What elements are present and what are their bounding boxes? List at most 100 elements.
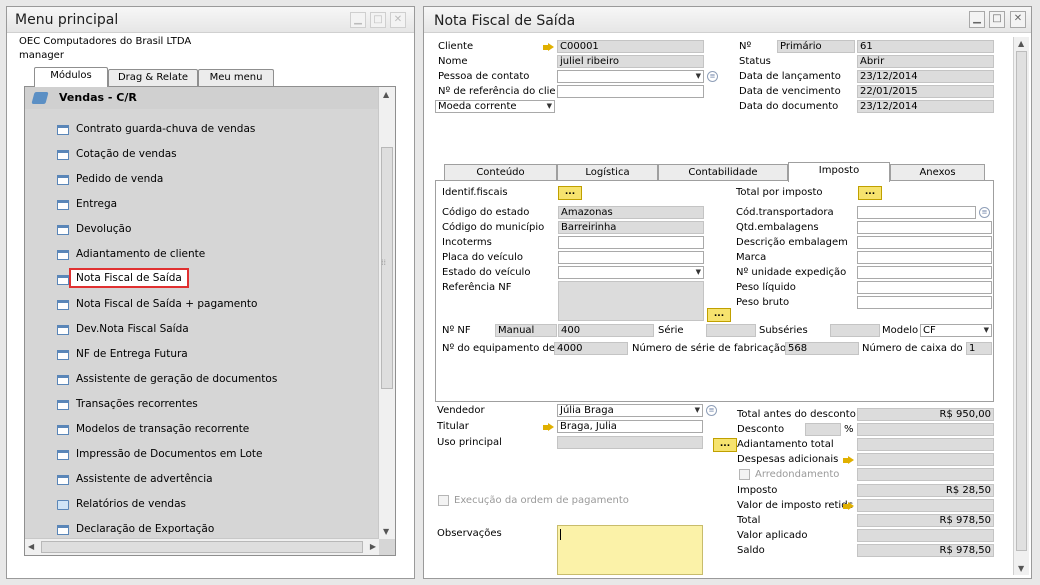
menu-item[interactable]: Entrega xyxy=(25,192,379,217)
serie-field[interactable] xyxy=(706,324,756,337)
saldo-field[interactable]: R$ 978,50 xyxy=(857,544,994,557)
menu-item[interactable]: Impressão de Documentos em Lote xyxy=(25,442,379,467)
numero-caixa-field[interactable]: 1 xyxy=(966,342,992,355)
estado-veiculo-select[interactable] xyxy=(558,266,704,279)
tab-contabilidade[interactable]: Contabilidade xyxy=(658,164,788,181)
adiantamento-field[interactable] xyxy=(857,438,994,451)
menu-item[interactable]: Assistente de geração de documentos xyxy=(25,367,379,392)
pessoa-contato-select[interactable] xyxy=(557,70,704,83)
codigo-estado-field[interactable]: Amazonas xyxy=(558,206,704,219)
incoterms-field[interactable] xyxy=(558,236,704,249)
scroll-thumb[interactable] xyxy=(381,147,393,389)
tab-logistica[interactable]: Logística xyxy=(557,164,658,181)
nf-minimize-icon[interactable]: ▁ xyxy=(969,11,985,28)
codigo-municipio-field[interactable]: Barreirinha xyxy=(558,221,704,234)
titular-arrow-icon[interactable] xyxy=(543,423,554,432)
scroll-down-icon[interactable]: ▼ xyxy=(383,527,389,536)
arredondamento-checkbox[interactable] xyxy=(739,469,750,480)
menu-item[interactable]: Devolução xyxy=(25,217,379,242)
menu-horizontal-scrollbar[interactable]: ◀ ▶ xyxy=(25,538,379,555)
menu-item[interactable]: Nota Fiscal de Saída xyxy=(25,267,379,292)
subseries-field[interactable] xyxy=(830,324,880,337)
total-por-imposto-button[interactable]: ... xyxy=(858,186,882,200)
uso-principal-field[interactable] xyxy=(557,436,703,449)
tab-imposto[interactable]: Imposto xyxy=(788,162,890,182)
data-vencimento-field[interactable]: 22/01/2015 xyxy=(857,85,994,98)
scroll-up-icon[interactable]: ▲ xyxy=(383,90,389,99)
imposto-retido-field[interactable] xyxy=(857,499,994,512)
menu-item[interactable]: Transações recorrentes xyxy=(25,392,379,417)
maximize-icon[interactable]: □ xyxy=(370,12,386,28)
nf-close-icon[interactable]: ✕ xyxy=(1010,11,1026,28)
descricao-embalagem-field[interactable] xyxy=(857,236,992,249)
uso-principal-button[interactable]: ... xyxy=(713,438,737,452)
tab-conteudo[interactable]: Conteúdo xyxy=(444,164,557,181)
nf-maximize-icon[interactable]: □ xyxy=(989,11,1005,28)
placa-veiculo-field[interactable] xyxy=(558,251,704,264)
arredondamento-field[interactable] xyxy=(857,468,994,481)
minimize-icon[interactable]: ▁ xyxy=(350,12,366,28)
peso-liquido-field[interactable] xyxy=(857,281,992,294)
desconto-pct-field[interactable] xyxy=(805,423,841,436)
tab-modulos[interactable]: Módulos xyxy=(34,67,108,87)
no-nf-field[interactable]: 400 xyxy=(558,324,654,337)
menu-item[interactable]: Adiantamento de cliente xyxy=(25,242,379,267)
menu-item[interactable]: Relatórios de vendas xyxy=(25,492,379,517)
retido-arrow-icon[interactable] xyxy=(843,502,854,511)
splitter-grip-icon[interactable]: ⁞⁞ xyxy=(381,258,386,267)
scroll-right-icon[interactable]: ▶ xyxy=(370,542,376,551)
execucao-checkbox[interactable] xyxy=(438,495,449,506)
menu-item[interactable]: Pedido de venda xyxy=(25,167,379,192)
link-arrow-icon[interactable] xyxy=(543,43,554,52)
qtd-embalagens-field[interactable] xyxy=(857,221,992,234)
close-icon[interactable]: ✕ xyxy=(390,12,406,28)
menu-item[interactable]: Modelos de transação recorrente xyxy=(25,417,379,442)
status-field[interactable]: Abrir xyxy=(857,55,994,68)
nf-scroll-down-icon[interactable]: ▼ xyxy=(1018,564,1024,573)
menu-item[interactable]: Contrato guarda-chuva de vendas xyxy=(25,117,379,142)
modelo-select[interactable]: CF xyxy=(920,324,992,337)
menu-vertical-scrollbar[interactable]: ▲ ▼ xyxy=(378,87,395,539)
valor-aplicado-field[interactable] xyxy=(857,529,994,542)
serie-tipo-select[interactable]: Primário xyxy=(777,40,855,53)
total-antes-desconto-field[interactable]: R$ 950,00 xyxy=(857,408,994,421)
ref-cliente-field[interactable] xyxy=(557,85,704,98)
equipamento-field[interactable]: 4000 xyxy=(554,342,628,355)
no-field[interactable]: 61 xyxy=(857,40,994,53)
cliente-field[interactable]: C00001 xyxy=(557,40,704,53)
titular-field[interactable]: Braga, Julia xyxy=(557,420,703,433)
imposto-field[interactable]: R$ 28,50 xyxy=(857,484,994,497)
vendedor-select[interactable]: Júlia Braga xyxy=(557,404,703,417)
menu-item[interactable]: Nota Fiscal de Saída + pagamento xyxy=(25,292,379,317)
peso-bruto-field[interactable] xyxy=(857,296,992,309)
hscroll-thumb[interactable] xyxy=(41,541,363,553)
tab-drag-relate[interactable]: Drag & Relate xyxy=(108,69,198,86)
nf-scroll-thumb[interactable] xyxy=(1016,51,1027,551)
menu-item[interactable]: Assistente de advertência xyxy=(25,467,379,492)
despesas-arrow-icon[interactable] xyxy=(843,456,854,465)
nf-scroll-up-icon[interactable]: ▲ xyxy=(1018,39,1024,48)
total-field[interactable]: R$ 978,50 xyxy=(857,514,994,527)
tab-meu-menu[interactable]: Meu menu xyxy=(198,69,274,86)
marca-field[interactable] xyxy=(857,251,992,264)
nome-field[interactable]: juliel ribeiro xyxy=(557,55,704,68)
menu-item[interactable]: NF de Entrega Futura xyxy=(25,342,379,367)
moeda-select[interactable]: Moeda corrente xyxy=(435,100,555,113)
observacoes-field[interactable] xyxy=(557,525,703,575)
unidade-expedicao-field[interactable] xyxy=(857,266,992,279)
despesas-field[interactable] xyxy=(857,453,994,466)
referencia-nf-button[interactable]: ... xyxy=(707,308,731,322)
identif-fiscais-button[interactable]: ... xyxy=(558,186,582,200)
transportadora-list-icon[interactable]: ≡ xyxy=(979,207,990,218)
vendedor-list-icon[interactable]: ≡ xyxy=(706,405,717,416)
list-icon[interactable]: ≡ xyxy=(707,71,718,82)
nf-vertical-scrollbar[interactable]: ▲ ▼ xyxy=(1013,37,1029,575)
menu-item[interactable]: Cotação de vendas xyxy=(25,142,379,167)
data-documento-field[interactable]: 23/12/2014 xyxy=(857,100,994,113)
scroll-left-icon[interactable]: ◀ xyxy=(28,542,34,551)
tab-anexos[interactable]: Anexos xyxy=(890,164,985,181)
referencia-nf-field[interactable] xyxy=(558,281,704,321)
transportadora-field[interactable] xyxy=(857,206,976,219)
data-lancamento-field[interactable]: 23/12/2014 xyxy=(857,70,994,83)
module-header[interactable]: Vendas - C/R xyxy=(25,87,379,109)
